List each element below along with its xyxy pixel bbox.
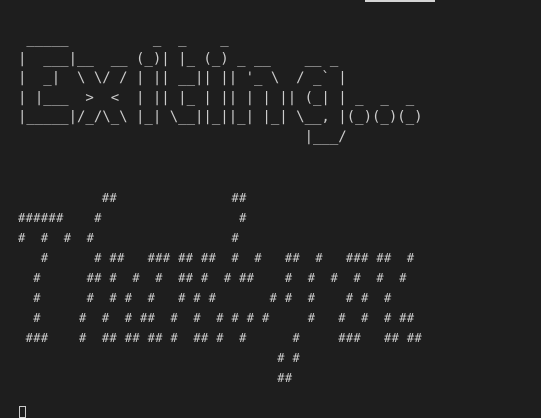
top-divider — [365, 0, 435, 2]
hash-ascii-art: ## ## ###### # # # # # # # # # ## ### ##… — [18, 191, 423, 385]
terminal-window[interactable]: _____ _ _ _ | ___|__ __ (_)| |_ (_) _ __… — [0, 0, 541, 418]
terminal-cursor — [19, 406, 26, 418]
exiting-ascii-banner: _____ _ _ _ | ___|__ __ (_)| |_ (_) _ __… — [18, 31, 423, 145]
